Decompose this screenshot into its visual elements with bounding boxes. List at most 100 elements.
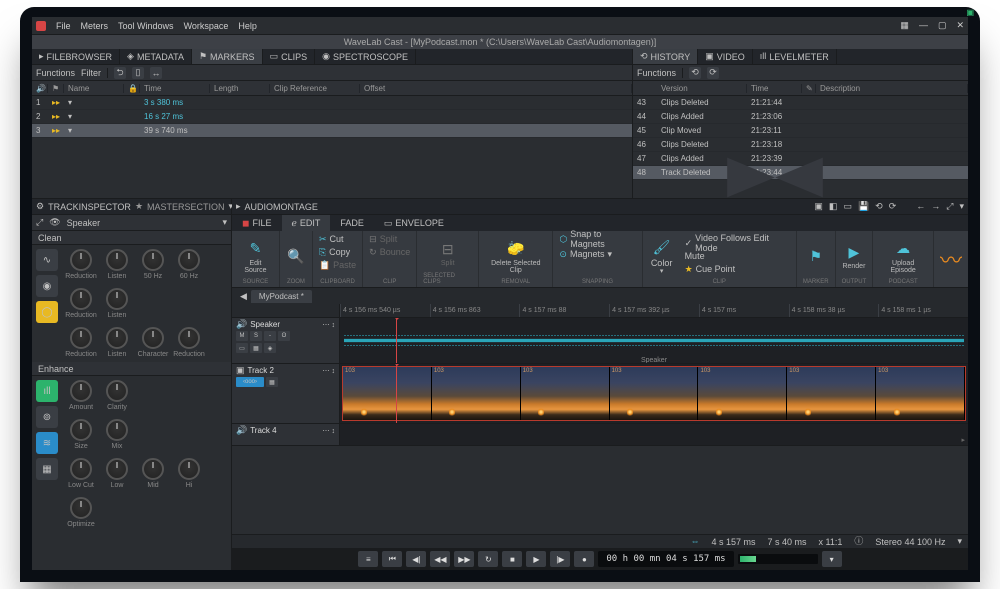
zoom-tool-icon[interactable]: ⇔ (691, 537, 700, 546)
edit-source-button[interactable]: ✎Edit Source (238, 239, 273, 274)
empty-lane[interactable]: ▸ (340, 424, 968, 445)
dropdown-icon[interactable]: ▾ (222, 218, 227, 227)
video-lane[interactable]: 103103103103103103103 (340, 364, 968, 423)
history-row[interactable]: 46Clips Deleted21:23:18 (633, 138, 968, 152)
rewind-button[interactable]: ◀◀ (430, 551, 450, 567)
tab-filebrowser[interactable]: ▸FILEBROWSER (32, 49, 120, 64)
marker-row[interactable]: 3▸▸▾39 s 740 ms (32, 124, 632, 138)
toolbar-btn-2[interactable]: ▯ (132, 67, 144, 79)
ws-tab-mypodcast[interactable]: MyPodcast * (251, 290, 312, 303)
menu-help[interactable]: Help (238, 21, 257, 31)
zoom-button[interactable]: 🔍 (286, 246, 306, 266)
close-icon[interactable]: ✕ (956, 21, 964, 30)
tool-icon[interactable]: ▭ (843, 202, 852, 211)
menu-workspace[interactable]: Workspace (184, 21, 229, 31)
paste-button[interactable]: 📋Paste (319, 259, 356, 271)
minimize-icon[interactable]: — (919, 21, 928, 30)
denoiser-button[interactable]: ◉ (36, 275, 58, 297)
history-row[interactable]: 44Clips Added21:23:06 (633, 110, 968, 124)
knob-size[interactable]: Size (66, 419, 96, 450)
tab-history[interactable]: ⟲HISTORY (633, 49, 698, 64)
knob-hi[interactable]: Hi (174, 458, 204, 489)
redo-icon[interactable]: ⟳ (707, 67, 719, 79)
tool-icon[interactable]: ⟳ (889, 202, 897, 211)
knob-clarity[interactable]: Clarity (102, 380, 132, 411)
expand-icon[interactable]: ⤢ (36, 218, 43, 227)
split-clips-button[interactable]: ⊟Split (438, 239, 458, 267)
track-header[interactable]: 🔊Track 4⋯ ↕ (232, 424, 340, 445)
knob-mix[interactable]: Mix (102, 419, 132, 450)
nav-back-icon[interactable]: ← (916, 202, 925, 211)
knob-50hz[interactable]: 50 Hz (138, 249, 168, 280)
knob-listen[interactable]: Listen (102, 249, 132, 280)
upload-episode-button[interactable]: ☁Upload Episode (879, 239, 927, 274)
nav-icon[interactable]: ◀ (236, 292, 251, 301)
history-row[interactable]: 47Clips Added21:23:39 (633, 152, 968, 166)
menu-tool-windows[interactable]: Tool Windows (118, 21, 174, 31)
knob-low[interactable]: Low (102, 458, 132, 489)
delete-clip-button[interactable]: 🧽Delete Selected Clip (485, 239, 546, 274)
functions-menu[interactable]: Functions (637, 68, 676, 78)
knob-optimize[interactable]: Optimize (66, 497, 96, 528)
knob-listen[interactable]: Listen (102, 288, 132, 319)
knob-listen[interactable]: Listen (102, 327, 132, 358)
track-btn[interactable]: ▦ (250, 343, 262, 353)
close-icon[interactable]: ▾ (959, 202, 964, 211)
marker-button[interactable]: ⚑ (806, 246, 826, 266)
snap-magnets-toggle[interactable]: ⬡Snap to Magnets (559, 233, 635, 245)
color-button[interactable]: 🖌Color ▾ (649, 238, 675, 275)
menu-icon[interactable]: ▾ (957, 537, 962, 546)
knob-reduction[interactable]: Reduction (174, 327, 204, 358)
tool-icon[interactable]: ⟲ (875, 202, 883, 211)
layout-icon[interactable]: ▦ (900, 21, 909, 30)
mute-toggle[interactable]: Mute (685, 250, 790, 262)
toolbar-btn-3[interactable]: ↔ (150, 67, 162, 79)
nav-fwd-icon[interactable]: → (931, 202, 940, 211)
track-header[interactable]: ▣Track 2⋯ ↕ ‹ooo›▦ (232, 364, 340, 423)
track-btn[interactable]: ▭ (236, 343, 248, 353)
video-follows-toggle[interactable]: ✓Video Follows Edit Mode (685, 237, 790, 249)
clean-header[interactable]: Clean▣ (32, 231, 231, 245)
rib-tab-edit[interactable]: ℯEDIT (282, 215, 331, 231)
tab-levelmeter[interactable]: ıllLEVELMETER (753, 49, 837, 64)
filter-menu[interactable]: Filter (81, 68, 101, 78)
play-button[interactable]: ▶ (526, 551, 546, 567)
tool-icon[interactable]: ▣ (814, 202, 823, 211)
knob-reduction[interactable]: Reduction (66, 327, 96, 358)
mute-button[interactable]: M (236, 331, 248, 341)
tab-markers[interactable]: ⚑MARKERS (192, 49, 263, 64)
knob-reduction[interactable]: Reduction (66, 288, 96, 319)
maximize-icon[interactable]: ▢ (938, 21, 947, 30)
knob-mid[interactable]: Mid (138, 458, 168, 489)
knob-lowcut[interactable]: Low Cut (66, 458, 96, 489)
tab-video[interactable]: ▣VIDEO (698, 49, 753, 64)
fast-fwd-button[interactable]: ▶▶ (454, 551, 474, 567)
playhead[interactable] (396, 364, 397, 423)
knob-character[interactable]: Character (138, 327, 168, 358)
transport-opt[interactable]: ▾ (822, 551, 842, 567)
marker-row[interactable]: 2▸▸▾16 s 27 ms (32, 110, 632, 124)
record-button[interactable]: ʘ (278, 331, 290, 341)
track-btn[interactable]: ◈ (264, 343, 276, 353)
cue-point-button[interactable]: ★Cue Point (685, 263, 790, 275)
tab-spectroscope[interactable]: ◉SPECTROSCOPE (315, 49, 416, 64)
rib-tab-envelope[interactable]: ▭ENVELOPE (374, 215, 454, 231)
info-icon[interactable]: ⓘ (854, 537, 863, 546)
tool-icon[interactable]: ◧ (829, 202, 838, 211)
rib-tab-fade[interactable]: FADE (330, 215, 374, 231)
functions-menu[interactable]: Functions (36, 68, 75, 78)
eye-icon[interactable]: 👁 (49, 218, 60, 227)
dehummer-button[interactable]: ∿ (36, 249, 58, 271)
goto-start-button[interactable]: ⏮ (382, 551, 402, 567)
knob-60hz[interactable]: 60 Hz (174, 249, 204, 280)
render-button[interactable]: ▶Render (842, 242, 865, 270)
loop-button[interactable]: ↻ (478, 551, 498, 567)
bounce-button[interactable]: ↻Bounce (369, 246, 410, 258)
time-ruler[interactable]: 4 s 156 ms 540 µs4 s 156 ms 8634 s 157 m… (232, 304, 968, 318)
solo-button[interactable]: S (250, 331, 262, 341)
magnets-button[interactable]: ⊙Magnets▾ (559, 248, 612, 260)
history-row[interactable]: 48Track Deleted21:23:44 (633, 166, 968, 180)
tool-icon[interactable]: 💾 (858, 202, 869, 211)
cut-button[interactable]: ✂Cut (319, 233, 344, 245)
tab-clips[interactable]: ▭CLIPS (263, 49, 316, 64)
